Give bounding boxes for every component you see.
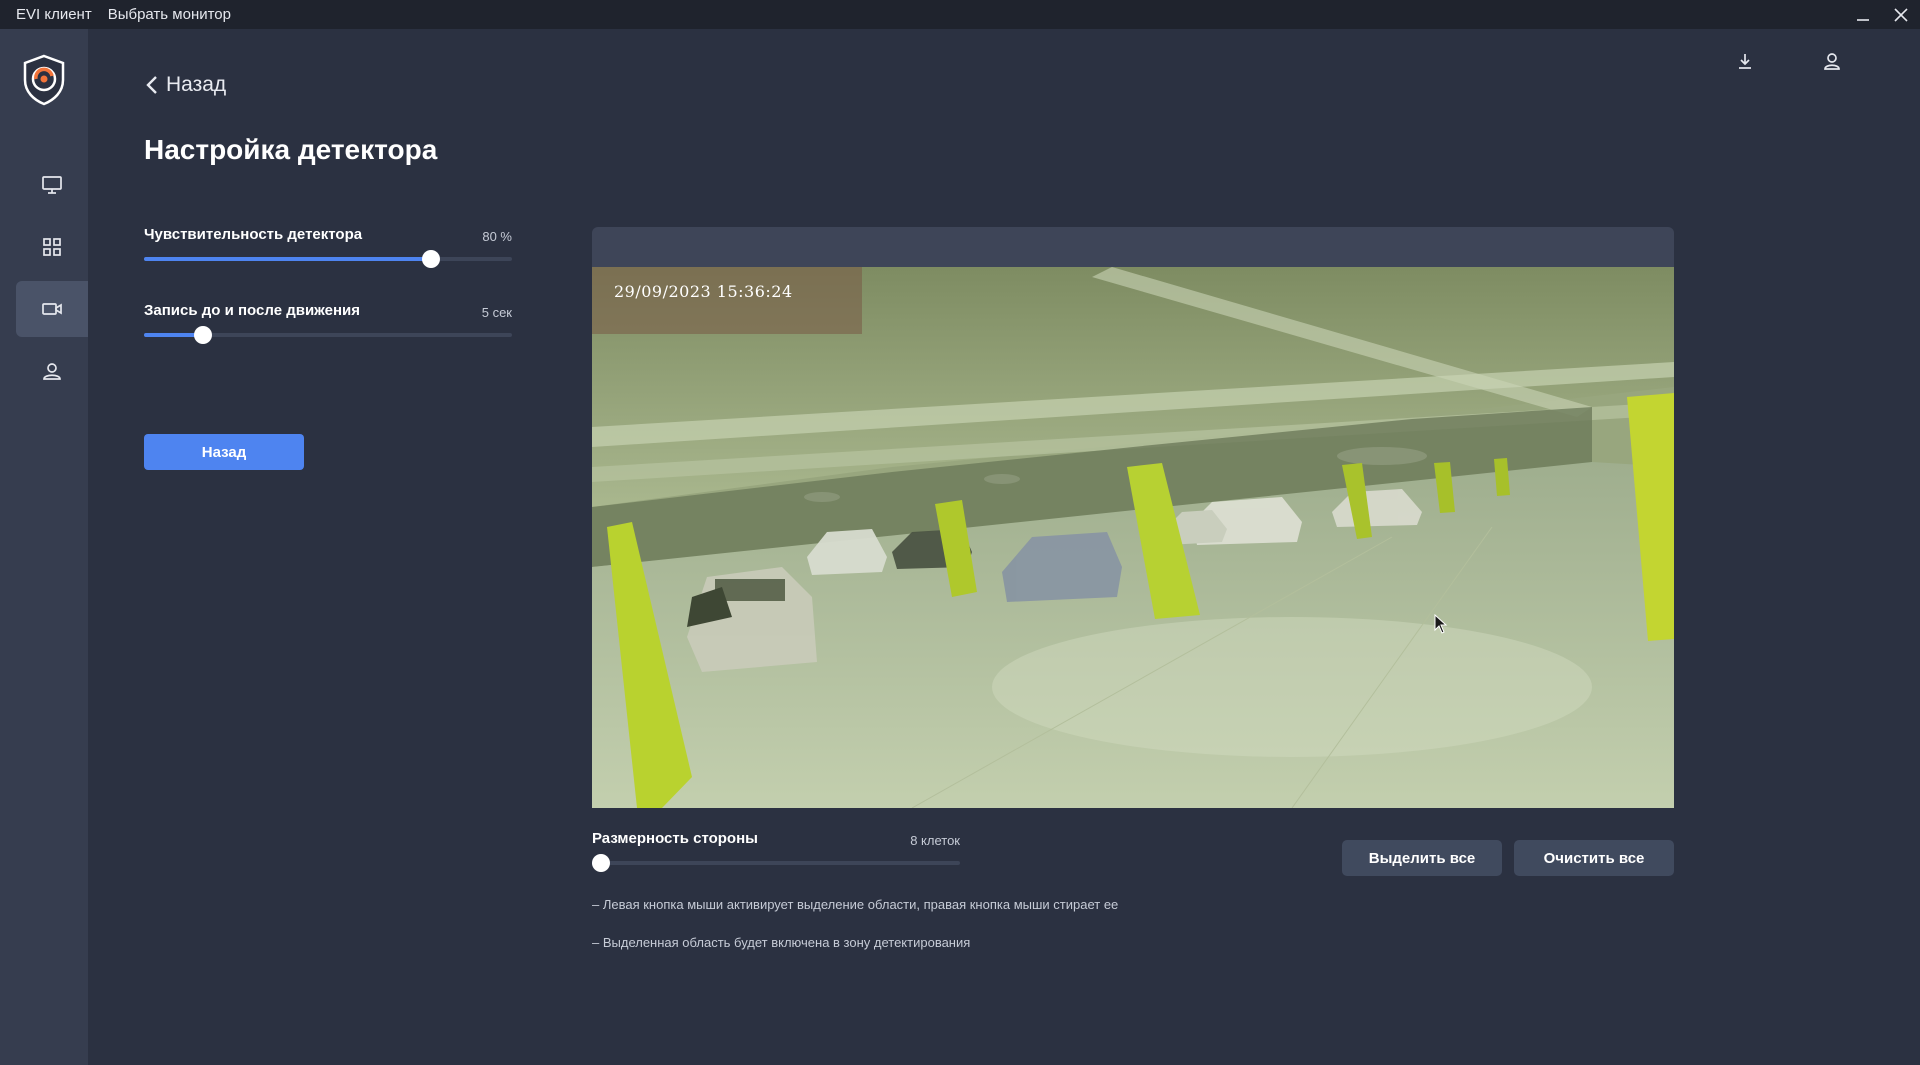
profile-button[interactable] [1818,47,1846,75]
sensitivity-slider[interactable] [144,250,512,268]
user-icon [43,363,61,380]
minimize-button[interactable] [1844,0,1882,29]
shield-logo-icon[interactable] [21,54,67,106]
title-bar: EVI клиент Выбрать монитор [0,0,1920,29]
page-title: Настройка детектора [144,134,438,165]
camera-image [592,267,1674,808]
select-monitor-menu[interactable]: Выбрать монитор [108,6,231,23]
clear-all-button[interactable]: Очистить все [1514,840,1674,876]
select-all-button[interactable]: Выделить все [1342,840,1502,876]
grid-icon [43,238,61,256]
back-link[interactable]: Назад [146,70,226,100]
download-button[interactable] [1731,47,1759,75]
sensitivity-value: 80 % [482,229,512,244]
sidebar [0,29,88,1065]
nav-users[interactable] [16,343,88,399]
grid-size-label: Размерность стороны [592,830,758,847]
nav-cameras[interactable] [16,281,88,337]
minimize-icon [1857,18,1869,21]
hint-mouse-buttons: – Левая кнопка мыши активирует выделение… [592,897,1119,912]
record-duration-value: 5 сек [481,305,512,320]
timestamp-overlay: 29/09/2023 15:36:24 [592,267,862,334]
grid-size-value: 8 клеток [910,833,960,848]
window-controls [1844,0,1920,29]
nav-layouts[interactable] [16,219,88,275]
back-button[interactable]: Назад [144,434,304,470]
grid-size-slider-thumb[interactable] [592,854,611,872]
download-icon [1739,54,1751,69]
mouse-cursor-icon [1434,614,1448,634]
camera-panel: 29/09/2023 15:36:24 [592,227,1674,808]
camera-timestamp: 29/09/2023 15:36:24 [614,282,793,301]
record-duration-slider-thumb[interactable] [193,326,212,344]
record-duration-slider[interactable] [144,326,512,344]
close-button[interactable] [1882,0,1920,29]
monitor-icon [42,176,62,194]
sensitivity-label: Чувствительность детектора [144,226,363,243]
user-icon [1824,53,1840,70]
app-name: EVI клиент [16,6,92,23]
sensitivity-slider-thumb[interactable] [422,250,441,268]
nav-monitors[interactable] [16,157,88,213]
sensitivity-slider-block: Чувствительность детектора 80 % [144,226,512,268]
grid-size-slider[interactable] [592,854,960,872]
back-link-label: Назад [166,73,227,96]
sensitivity-slider-fill [144,257,432,261]
close-icon [1894,7,1908,22]
grid-size-slider-block: Размерность стороны 8 клеток [592,830,960,872]
record-duration-label: Запись до и после движения [144,302,360,319]
record-slider-block: Запись до и после движения 5 сек [144,302,512,344]
chevron-left-icon [146,76,157,94]
camera-view[interactable]: 29/09/2023 15:36:24 [592,267,1674,808]
hint-selected-area: – Выделенная область будет включена в зо… [592,935,971,950]
camera-icon [42,303,62,315]
